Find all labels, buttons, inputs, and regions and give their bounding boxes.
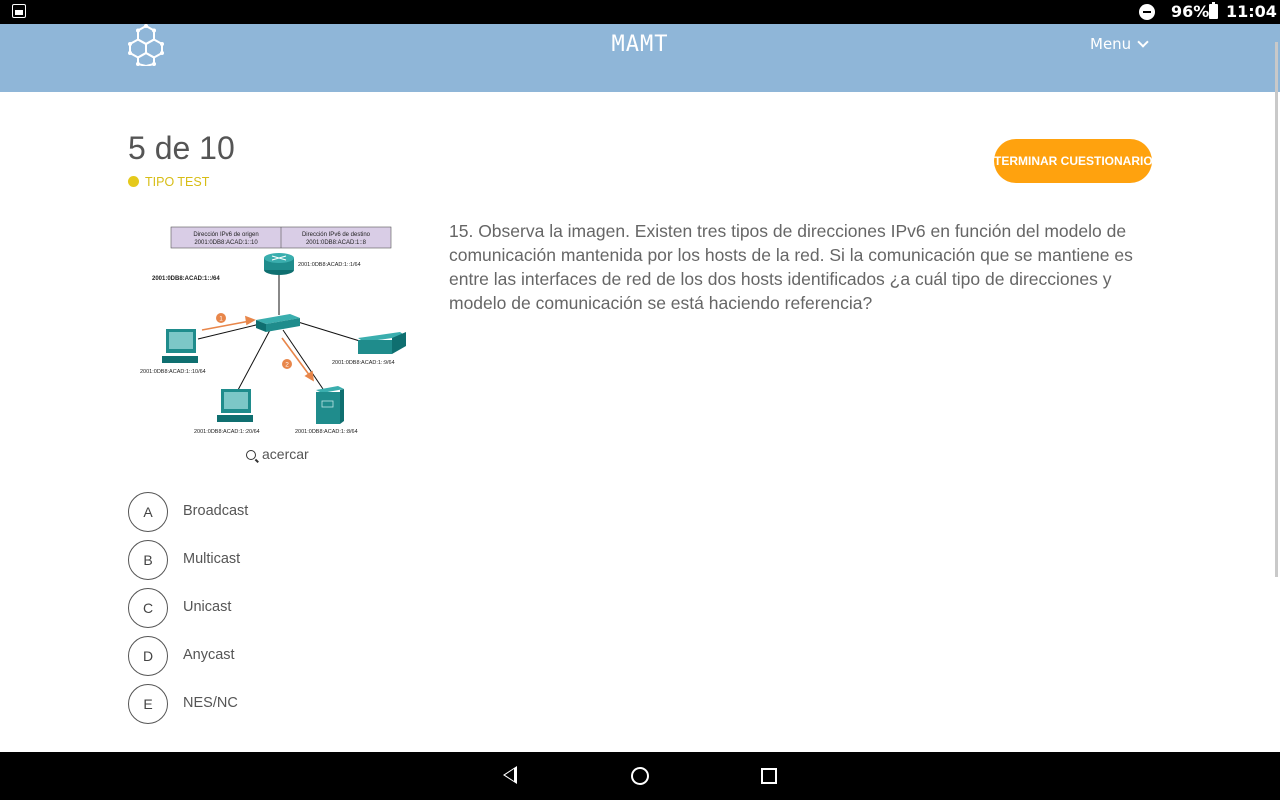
app-title: MAMT — [611, 32, 669, 57]
switch-icon — [256, 314, 300, 332]
pc-host-bottom-icon — [217, 389, 253, 422]
back-icon[interactable] — [503, 766, 517, 784]
question-text: 15. Observa la imagen. Existen tres tipo… — [449, 221, 1133, 313]
battery-percent: 96% — [1171, 2, 1210, 21]
zoom-label: acercar — [262, 446, 309, 462]
home-icon[interactable] — [631, 767, 649, 785]
question-type-label: TIPO TEST — [145, 175, 210, 189]
option-letter: C — [128, 588, 168, 628]
router-addr: 2001:0DB8:ACAD:1::1/64 — [298, 262, 361, 268]
finish-quiz-button[interactable]: TERMINAR CUESTIONARIO — [994, 139, 1153, 183]
menu-dropdown[interactable]: Menu — [1090, 35, 1149, 53]
scrollbar[interactable] — [1275, 42, 1278, 577]
app-header: MAMT Menu — [0, 24, 1280, 92]
server-icon — [316, 386, 344, 424]
pc-host-left-icon — [162, 329, 198, 363]
step-2-badge: 2 — [285, 362, 289, 369]
step-1-badge: 1 — [219, 316, 223, 323]
option-letter: E — [128, 684, 168, 724]
header-source-addr: 2001:0DB8:ACAD:1::10 — [194, 240, 258, 246]
header-source-label: Dirección IPv6 de origen — [193, 232, 258, 238]
clock: 11:04 — [1226, 2, 1277, 21]
recent-apps-icon[interactable] — [761, 768, 777, 784]
printer-addr: 2001:0DB8:ACAD:1::9/64 — [332, 360, 395, 366]
option-label: Anycast — [183, 647, 235, 663]
network-label: 2001:0DB8:ACAD:1::/64 — [152, 276, 220, 282]
chevron-down-icon — [1137, 36, 1149, 48]
question-type: TIPO TEST — [128, 175, 209, 189]
screenshot-notification-icon — [12, 4, 26, 18]
header-dest-addr: 2001:0DB8:ACAD:1::8 — [306, 240, 367, 246]
network-diagram[interactable]: Dirección IPv6 de origen 2001:0DB8:ACAD:… — [138, 222, 418, 442]
router-icon — [264, 253, 294, 275]
option-letter: A — [128, 492, 168, 532]
printer-icon — [358, 332, 406, 354]
host-bottom-addr: 2001:0DB8:ACAD:1::20/64 — [194, 429, 260, 435]
option-label: Broadcast — [183, 503, 249, 519]
magnifier-icon — [246, 450, 256, 460]
option-label: Unicast — [183, 599, 232, 615]
server-addr: 2001:0DB8:ACAD:1::8/64 — [295, 429, 358, 435]
option-letter: B — [128, 540, 168, 580]
option-label: Multicast — [183, 551, 241, 567]
question-progress: 5 de 10 — [128, 130, 235, 166]
menu-label: Menu — [1090, 35, 1132, 53]
navigation-bar — [0, 752, 1280, 800]
zoom-link[interactable]: acercar — [246, 446, 309, 462]
battery-icon — [1209, 2, 1218, 19]
option-letter: D — [128, 636, 168, 676]
type-dot-icon — [128, 176, 139, 187]
status-bar: 96% 11:04 — [0, 0, 1280, 24]
header-dest-label: Dirección IPv6 de destino — [302, 232, 371, 238]
do-not-disturb-icon — [1139, 4, 1155, 20]
option-label: NES/NC — [183, 695, 238, 711]
host-left-addr: 2001:0DB8:ACAD:1::10/64 — [140, 369, 206, 375]
